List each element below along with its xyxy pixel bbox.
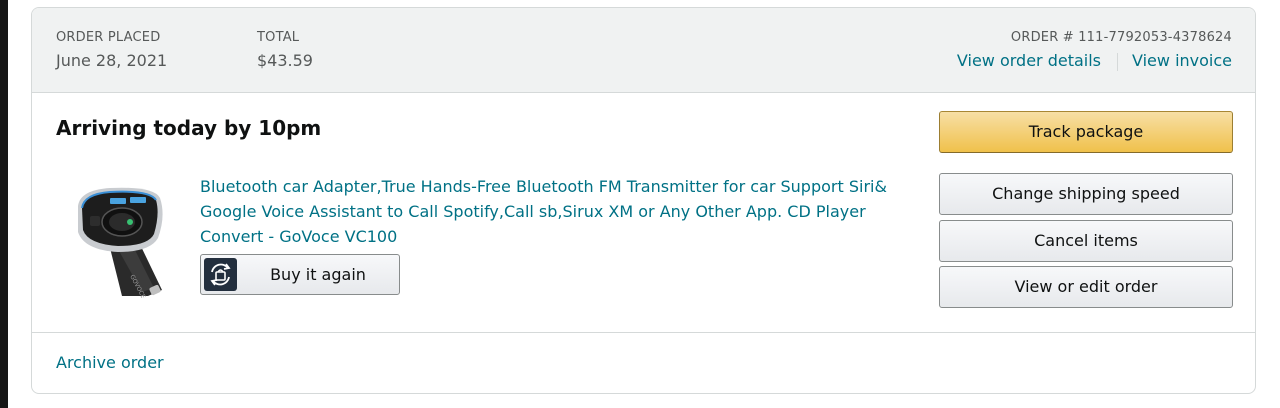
order-card: ORDER PLACED June 28, 2021 TOTAL $43.59 … — [31, 7, 1256, 394]
order-total-label: TOTAL — [257, 30, 300, 45]
change-shipping-speed-button[interactable]: Change shipping speed — [939, 173, 1233, 215]
reorder-bag-icon — [204, 258, 237, 291]
order-placed-label: ORDER PLACED — [56, 30, 161, 45]
order-info: ORDER # 111-7792053-4378624 View order d… — [957, 30, 1232, 72]
footer-divider — [32, 332, 1255, 333]
order-links: View order details View invoice — [957, 50, 1232, 72]
shipment-status: Arriving today by 10pm — [56, 116, 322, 140]
order-placed-date: June 28, 2021 — [56, 51, 168, 70]
link-separator — [1117, 52, 1119, 71]
cancel-items-button[interactable]: Cancel items — [939, 220, 1233, 262]
buy-it-again-button[interactable]: Buy it again — [200, 254, 400, 295]
track-package-button[interactable]: Track package — [939, 111, 1233, 153]
view-edit-order-button[interactable]: View or edit order — [939, 266, 1233, 308]
order-number: ORDER # 111-7792053-4378624 — [1010, 30, 1232, 45]
window-edge — [0, 0, 8, 408]
order-total: TOTAL $43.59 — [257, 30, 313, 72]
view-invoice-link[interactable]: View invoice — [1132, 51, 1232, 70]
product-image[interactable]: GOVOCE — [70, 178, 170, 298]
archive-order-link[interactable]: Archive order — [56, 352, 164, 374]
order-header: ORDER PLACED June 28, 2021 TOTAL $43.59 … — [32, 8, 1255, 93]
order-total-value: $43.59 — [257, 51, 313, 70]
view-order-details-link[interactable]: View order details — [957, 51, 1101, 70]
buy-it-again-label: Buy it again — [270, 265, 366, 284]
order-placed: ORDER PLACED June 28, 2021 — [56, 30, 167, 72]
product-title-link[interactable]: Bluetooth car Adapter,True Hands-Free Bl… — [200, 174, 910, 249]
